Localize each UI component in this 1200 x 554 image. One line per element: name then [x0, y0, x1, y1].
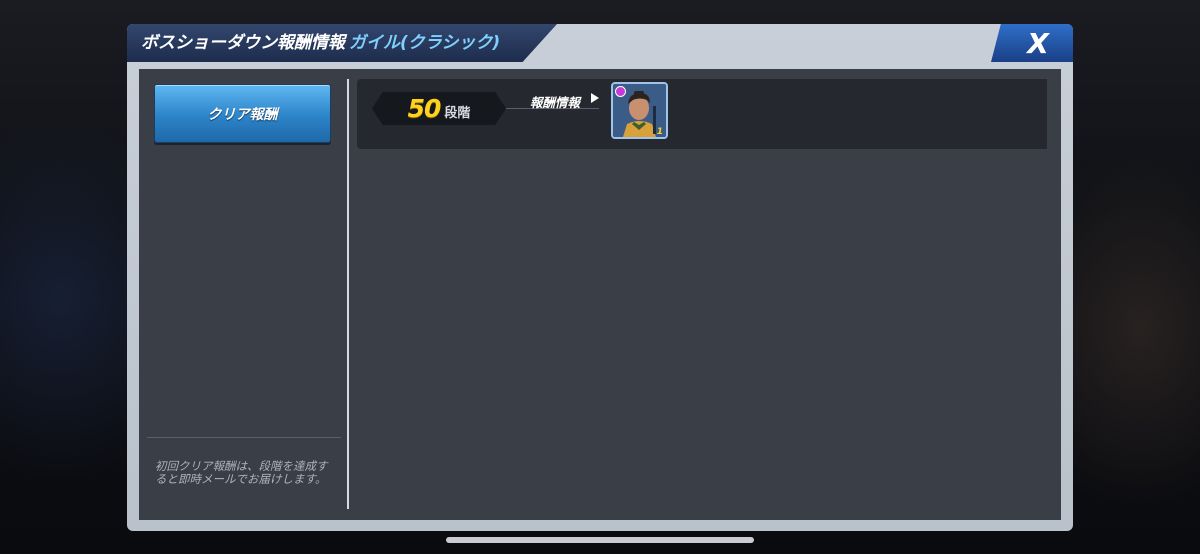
- tab-clear-reward[interactable]: クリア報酬: [154, 84, 331, 143]
- stage-number: 50: [407, 94, 442, 123]
- reward-info-label: 報酬情報: [530, 95, 581, 110]
- arrow-right-icon: [591, 93, 599, 103]
- dialog-title-main: ボスショーダウン報酬情報: [141, 33, 345, 53]
- stage-badge: 50 段階: [372, 92, 506, 125]
- stage-unit: 段階: [444, 106, 471, 121]
- reward-item-character-icon[interactable]: 1: [611, 82, 668, 139]
- dialog-body: クリア報酬 初回クリア報酬は、段階を達成すると即時メールでお届けします。 50 …: [139, 69, 1061, 520]
- item-count: 1: [656, 127, 663, 137]
- close-icon: X: [1027, 26, 1049, 60]
- panel-divider: [347, 79, 349, 509]
- reward-info-dialog: ボスショーダウン報酬情報 ガイル(クラシック) X クリア報酬 初回クリア報酬は、…: [127, 24, 1073, 531]
- sidebar: クリア報酬 初回クリア報酬は、段階を達成すると即時メールでお届けします。: [139, 69, 347, 520]
- reward-list: 50 段階 報酬情報 1: [357, 79, 1047, 509]
- dialog-title: ボスショーダウン報酬情報 ガイル(クラシック): [141, 30, 500, 56]
- reward-row: 50 段階 報酬情報 1: [357, 79, 1047, 149]
- home-indicator[interactable]: [446, 537, 754, 543]
- item-type-badge: [615, 86, 626, 97]
- reward-note: 初回クリア報酬は、段階を達成すると即時メールでお届けします。: [155, 459, 328, 486]
- tab-clear-reward-label: クリア報酬: [207, 106, 278, 123]
- close-button[interactable]: X: [991, 24, 1073, 62]
- dialog-title-character: ガイル(クラシック): [349, 33, 501, 53]
- sidebar-divider: [147, 437, 341, 438]
